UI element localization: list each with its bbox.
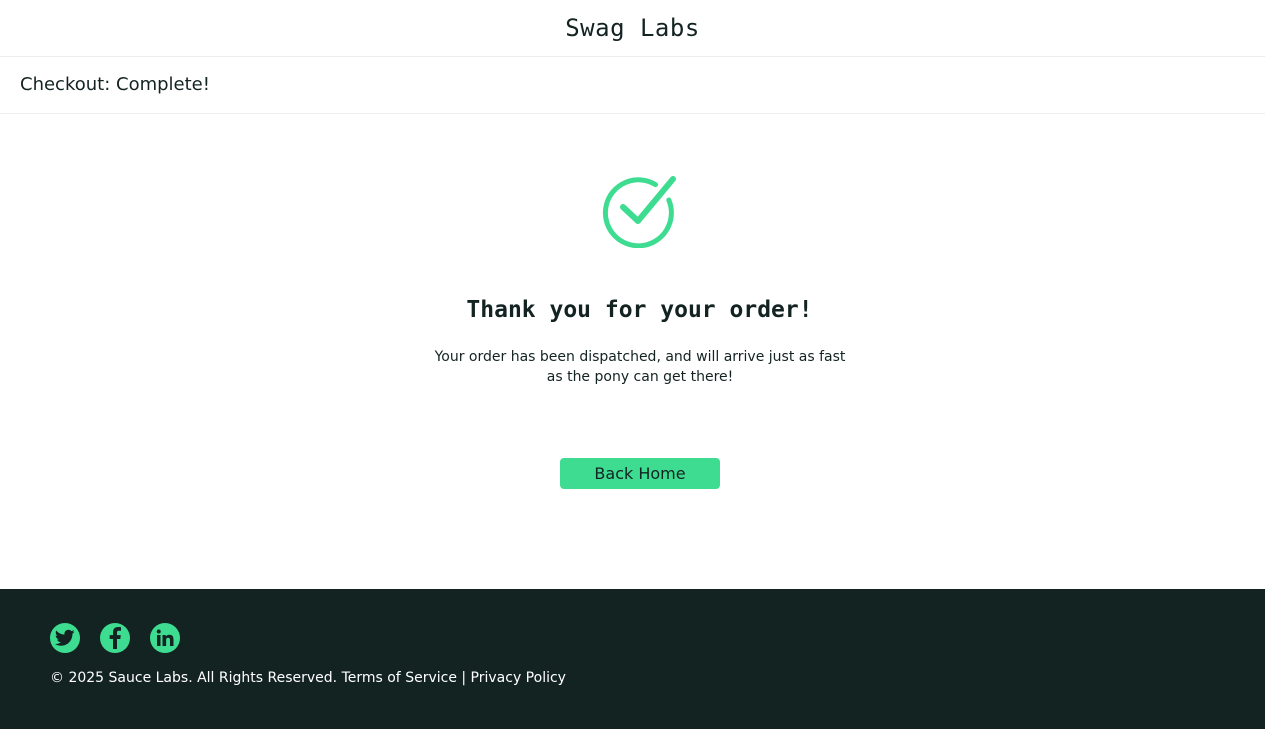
twitter-icon: [55, 629, 75, 646]
back-home-button[interactable]: Back Home: [560, 458, 720, 489]
primary-header: Swag Labs: [0, 0, 1265, 57]
checkmark-circle-icon: [602, 176, 676, 248]
page-title: Checkout: Complete!: [20, 74, 210, 95]
footer: © 2025 Sauce Labs. All Rights Reserved. …: [0, 589, 1265, 729]
app-logo: Swag Labs: [565, 14, 700, 42]
complete-header: Thank you for your order!: [466, 297, 813, 323]
twitter-link[interactable]: [50, 623, 80, 653]
linkedin-icon: [156, 629, 174, 646]
secondary-header: Checkout: Complete!: [0, 57, 1265, 114]
footer-copy: © 2025 Sauce Labs. All Rights Reserved. …: [50, 670, 566, 686]
facebook-link[interactable]: [100, 623, 130, 653]
facebook-icon: [109, 627, 121, 649]
linkedin-link[interactable]: [150, 623, 180, 653]
complete-text: Your order has been dispatched, and will…: [434, 349, 846, 385]
